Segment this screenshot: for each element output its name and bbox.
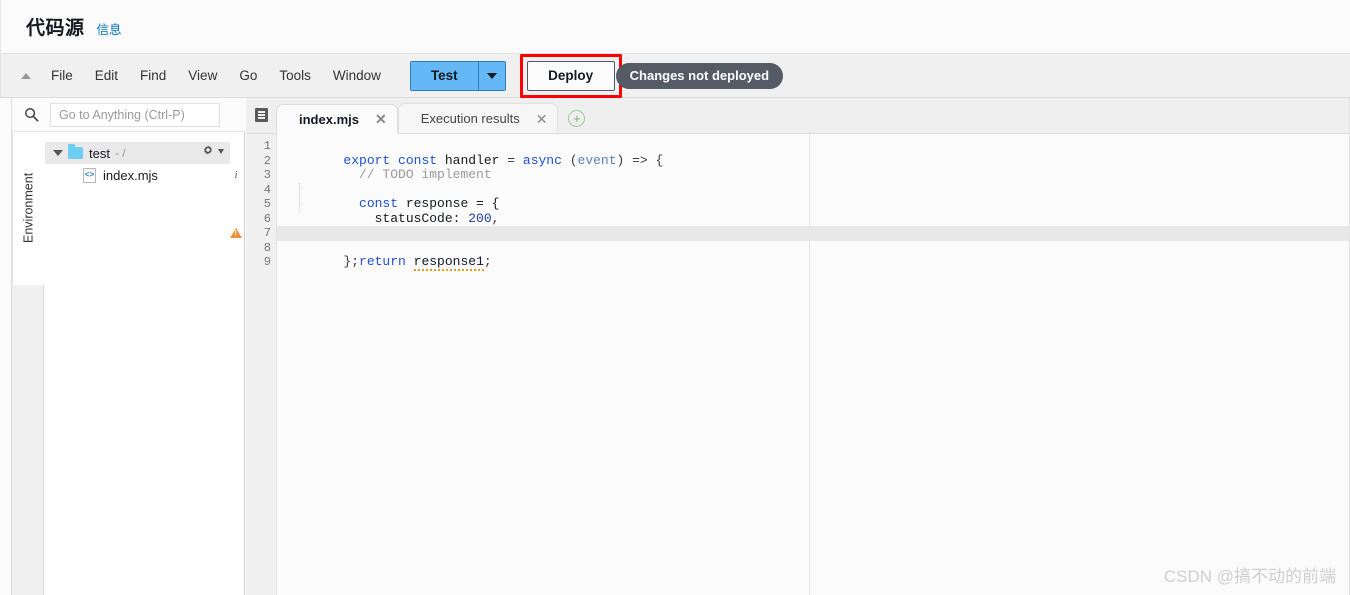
tree-file-index-mjs[interactable]: <> index.mjs bbox=[45, 164, 244, 186]
tab-label: Execution results bbox=[420, 111, 520, 126]
tab-label: index.mjs bbox=[299, 111, 359, 127]
editor-toolbar: File Edit Find View Go Tools Window Test… bbox=[0, 53, 1350, 98]
menu-tools[interactable]: Tools bbox=[268, 63, 322, 88]
sidebar-tab-environment[interactable]: Environment bbox=[12, 130, 44, 285]
deploy-button[interactable]: Deploy bbox=[526, 60, 615, 91]
test-split-button[interactable]: Test bbox=[409, 60, 506, 91]
status-badge: Changes not deployed bbox=[615, 62, 784, 89]
page-title: 代码源 bbox=[26, 18, 85, 39]
line-number: 8 bbox=[263, 240, 271, 255]
header-left-border bbox=[0, 0, 1, 54]
file-tree-panel: test - / <> index.mjs bbox=[45, 132, 245, 595]
folder-name: test bbox=[89, 145, 110, 161]
line-number: 9 bbox=[263, 255, 271, 269]
menu-view[interactable]: View bbox=[177, 63, 228, 88]
gear-icon[interactable] bbox=[201, 144, 224, 158]
page-header: 代码源 信息 bbox=[0, 0, 1350, 54]
menu-find[interactable]: Find bbox=[129, 63, 177, 88]
code-line: 8}; bbox=[264, 241, 1350, 269]
menu-file[interactable]: File bbox=[40, 63, 84, 88]
line-number: 6 bbox=[263, 211, 271, 226]
line-number: 5 bbox=[263, 197, 271, 211]
caret-down-icon[interactable] bbox=[53, 150, 63, 156]
line-number: 7 bbox=[263, 226, 271, 240]
deploy-button-highlight: Deploy bbox=[519, 53, 622, 98]
search-icon[interactable] bbox=[12, 107, 50, 122]
folder-icon bbox=[68, 144, 83, 159]
info-link[interactable]: 信息 bbox=[97, 19, 122, 38]
code-file-icon: <> bbox=[83, 167, 96, 183]
code-line: 9 bbox=[264, 255, 1350, 270]
sidebar-searchbar bbox=[12, 98, 245, 132]
editor-tabbar: index.mjs ✕ Execution results ✕ + bbox=[246, 98, 1350, 134]
close-icon[interactable]: ✕ bbox=[375, 112, 387, 126]
info-icon[interactable]: i bbox=[229, 168, 243, 183]
chevron-up-icon[interactable] bbox=[12, 72, 40, 79]
file-name: index.mjs bbox=[103, 167, 158, 183]
plus-circle-icon[interactable]: + bbox=[568, 110, 586, 127]
warning-icon[interactable] bbox=[229, 226, 243, 241]
line-number: 4 bbox=[263, 182, 271, 197]
folder-path: - / bbox=[114, 146, 126, 160]
menu-edit[interactable]: Edit bbox=[84, 63, 129, 88]
code-line: 6 }; bbox=[264, 212, 1350, 240]
lambda-code-source-page: 代码源 信息 File Edit Find View Go Tools Wind… bbox=[0, 0, 1350, 595]
toolbar-left-border bbox=[0, 54, 1, 98]
code-line: 1 export const handler = async (event) =>… bbox=[264, 139, 1350, 167]
code-line: 5 body: JSON.stringify('Hello from Lambd… bbox=[264, 197, 1350, 240]
line-number: 3 bbox=[263, 168, 271, 182]
line-number: 2 bbox=[263, 153, 271, 168]
code-line: 2 // TODO implement bbox=[264, 154, 1350, 182]
code-line: i 3 const response = { bbox=[234, 168, 1350, 211]
environment-tab-strip-lower bbox=[12, 285, 44, 595]
code-line: 4 statusCode: 200, bbox=[264, 182, 1350, 225]
menu-window[interactable]: Window bbox=[322, 63, 392, 88]
tab-index-mjs[interactable]: index.mjs ✕ bbox=[276, 104, 398, 134]
document-list-icon[interactable] bbox=[246, 97, 276, 133]
search-input[interactable] bbox=[50, 102, 220, 127]
code-editor[interactable]: 1 export const handler = async (event) =>… bbox=[230, 134, 1350, 595]
close-icon[interactable]: ✕ bbox=[536, 112, 548, 126]
line-number: 1 bbox=[263, 139, 271, 153]
tree-folder-test[interactable]: test - / bbox=[45, 142, 230, 164]
test-button[interactable]: Test bbox=[410, 61, 479, 90]
test-dropdown-caret-icon[interactable] bbox=[478, 61, 505, 90]
left-rail bbox=[0, 98, 12, 595]
menu-go[interactable]: Go bbox=[228, 63, 268, 88]
toolbar-actions: Test Deploy Changes not deployed bbox=[409, 53, 784, 98]
code-content[interactable]: 1 export const handler = async (event) =>… bbox=[230, 134, 1350, 595]
code-line-active: 7 return response1; bbox=[230, 226, 1350, 271]
tab-execution-results[interactable]: Execution results ✕ bbox=[397, 103, 559, 133]
watermark: CSDN @搞不动的前端 bbox=[1163, 567, 1336, 586]
